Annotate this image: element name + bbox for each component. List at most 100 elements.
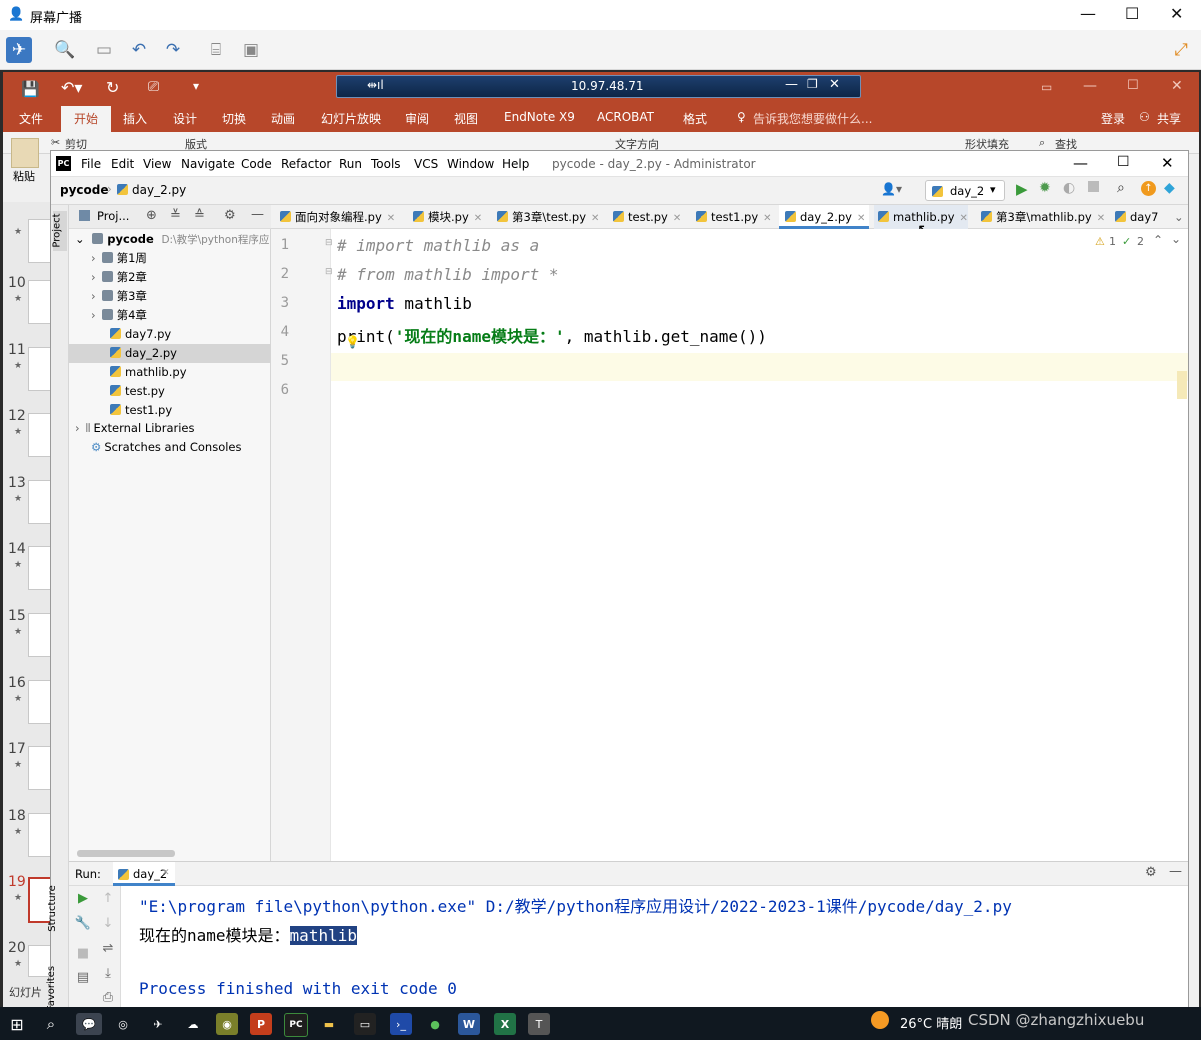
ppt-close-icon[interactable]: ✕ — [1171, 78, 1183, 94]
close-tab-icon[interactable]: ✕ — [162, 868, 170, 878]
ppt-minimize-icon[interactable]: — — [1083, 78, 1097, 94]
tree-item-selected[interactable]: day_2.py — [69, 344, 271, 363]
update-icon[interactable]: ↑ — [1141, 181, 1156, 196]
word-icon[interactable]: W — [458, 1013, 480, 1035]
wrench-icon[interactable]: 🔧 — [74, 916, 92, 934]
warning-icon[interactable]: ⚠ — [1095, 235, 1105, 248]
menu-file[interactable]: File — [81, 157, 101, 171]
menu-view[interactable]: View — [143, 157, 171, 171]
share-button[interactable]: 共享 — [1157, 110, 1181, 127]
gear-icon[interactable]: ⚙ — [224, 208, 236, 223]
tell-me-input[interactable]: 告诉我您想要做什么... — [753, 110, 872, 127]
menu-vcs[interactable]: VCS — [414, 157, 438, 171]
run-tab[interactable]: day_2 ✕ — [113, 862, 175, 886]
paste-icon[interactable] — [11, 138, 39, 168]
screen-icon[interactable]: ▣ — [238, 37, 264, 63]
close-tab-icon[interactable]: ✕ — [673, 213, 681, 224]
tree-item[interactable]: mathlib.py — [110, 363, 187, 382]
locate-icon[interactable]: ⊕ — [146, 208, 157, 223]
close-tab-icon[interactable]: ✕ — [763, 213, 771, 224]
rdp-close-icon[interactable]: ✕ — [829, 77, 840, 92]
terminal-icon[interactable]: ▭ — [354, 1013, 376, 1035]
structure-tool-label[interactable]: Structure — [47, 885, 58, 932]
pc-minimize-icon[interactable]: — — [1073, 154, 1088, 172]
run-config-select[interactable]: day_2 ▾ — [925, 180, 1005, 201]
powerpoint-icon[interactable]: P — [250, 1013, 272, 1035]
close-button[interactable]: ✕ — [1170, 4, 1183, 23]
repeat-icon[interactable]: ↻ — [106, 78, 119, 97]
tree-root[interactable]: ⌄ pycode D:\教学\python程序应 — [75, 230, 271, 249]
slide-thumb[interactable] — [28, 680, 52, 724]
menu-navigate[interactable]: Navigate — [181, 157, 235, 171]
powershell-icon[interactable]: ›_ — [390, 1013, 412, 1035]
fold-icon[interactable]: ⊟ — [325, 267, 333, 277]
soft-wrap-icon[interactable]: ⇌ — [99, 941, 117, 959]
tab-animations[interactable]: 动画 — [271, 110, 295, 127]
close-tab-icon[interactable]: ✕ — [591, 213, 599, 224]
slide-thumb[interactable] — [28, 613, 52, 657]
editor-tab[interactable]: test.py ✕ — [613, 205, 681, 229]
weather-icon[interactable] — [871, 1011, 889, 1029]
editor-tab[interactable]: day7 — [1115, 205, 1158, 229]
sign-in-link[interactable]: 登录 — [1101, 110, 1125, 127]
stop-icon[interactable]: ■ — [74, 946, 92, 964]
tree-item[interactable]: › 第1周 — [91, 249, 147, 268]
rdp-minimize-icon[interactable]: — — [785, 77, 798, 92]
slide-thumb[interactable] — [28, 746, 52, 790]
project-view-select[interactable]: Proj... — [97, 209, 129, 223]
menu-help[interactable]: Help — [502, 157, 529, 171]
editor-tab[interactable]: 面向对象编程.py ✕ — [280, 205, 395, 229]
slide-thumb[interactable] — [28, 280, 52, 324]
save-icon[interactable]: 💾 — [21, 80, 40, 98]
collapse-all-icon[interactable]: ≙ — [194, 208, 205, 223]
menu-window[interactable]: Window — [447, 157, 494, 171]
layout-icon[interactable]: ▤ — [74, 970, 92, 988]
print-icon[interactable]: ⎙ — [99, 990, 117, 1008]
undo-icon[interactable]: ↶▾ — [61, 78, 82, 97]
scroll-to-end-icon[interactable]: ⤓ — [99, 966, 117, 984]
run-icon[interactable]: ▶ — [1016, 180, 1028, 198]
slide-thumb[interactable] — [28, 413, 52, 457]
file-explorer-icon[interactable]: ▬ — [318, 1013, 340, 1035]
fold-icon[interactable]: ⊟ — [325, 238, 333, 248]
pc-maximize-icon[interactable]: ☐ — [1117, 154, 1130, 170]
hide-icon[interactable]: — — [1169, 864, 1182, 879]
customize-icon[interactable]: ▾ — [193, 79, 199, 93]
rerun-icon[interactable]: ▶ — [74, 891, 92, 909]
tab-review[interactable]: 审阅 — [405, 110, 429, 127]
maximize-button[interactable]: ☐ — [1125, 4, 1139, 23]
gear-icon[interactable]: ⚙ — [1145, 865, 1157, 880]
slide-thumb[interactable] — [28, 480, 52, 524]
wechat-icon[interactable]: 💬 — [76, 1013, 102, 1035]
tree-scratches[interactable]: ⚙ Scratches and Consoles — [91, 438, 242, 457]
user-icon[interactable]: 👤▾ — [881, 182, 902, 196]
tab-transitions[interactable]: 切换 — [222, 110, 246, 127]
editor-tab[interactable]: 第3章\mathlib.py ✕ — [981, 205, 1105, 229]
tree-item[interactable]: › 第4章 — [91, 306, 147, 325]
camera-icon[interactable]: ⌸ — [203, 37, 229, 63]
expand-all-icon[interactable]: ≚ — [170, 208, 181, 223]
intention-bulb-icon[interactable]: 💡 — [345, 335, 360, 349]
paste-button[interactable]: 粘贴 — [13, 168, 35, 184]
tab-format[interactable]: 格式 — [683, 110, 707, 127]
slide-thumb[interactable] — [28, 347, 52, 391]
monitor-icon[interactable]: ▭ — [91, 37, 117, 63]
search-icon[interactable]: ⌕ — [1117, 180, 1125, 196]
pycharm-icon[interactable]: PC — [284, 1013, 308, 1037]
tab-home[interactable]: 开始 — [61, 106, 111, 132]
excel-icon[interactable]: X — [494, 1013, 516, 1035]
tab-acrobat[interactable]: ACROBAT — [597, 110, 654, 124]
redo-icon[interactable]: ↷ — [160, 37, 186, 63]
editor-tab-active[interactable]: day_2.py ✕ — [779, 205, 869, 229]
tab-insert[interactable]: 插入 — [123, 110, 147, 127]
zoom-icon[interactable]: 🔍 — [52, 37, 78, 63]
pc-close-icon[interactable]: ✕ — [1161, 154, 1174, 172]
menu-run[interactable]: Run — [339, 157, 362, 171]
remote-desktop-bar[interactable]: ⇹ıl 10.97.48.71 — ❐ ✕ — [336, 75, 861, 98]
chrome-icon[interactable]: ◎ — [112, 1013, 134, 1035]
tree-item[interactable]: day7.py — [110, 325, 171, 344]
app-icon[interactable]: ✈ — [147, 1013, 169, 1035]
tab-view[interactable]: 视图 — [454, 110, 478, 127]
editor-tab[interactable]: test1.py ✕ — [696, 205, 772, 229]
stop-icon[interactable] — [1088, 181, 1099, 192]
